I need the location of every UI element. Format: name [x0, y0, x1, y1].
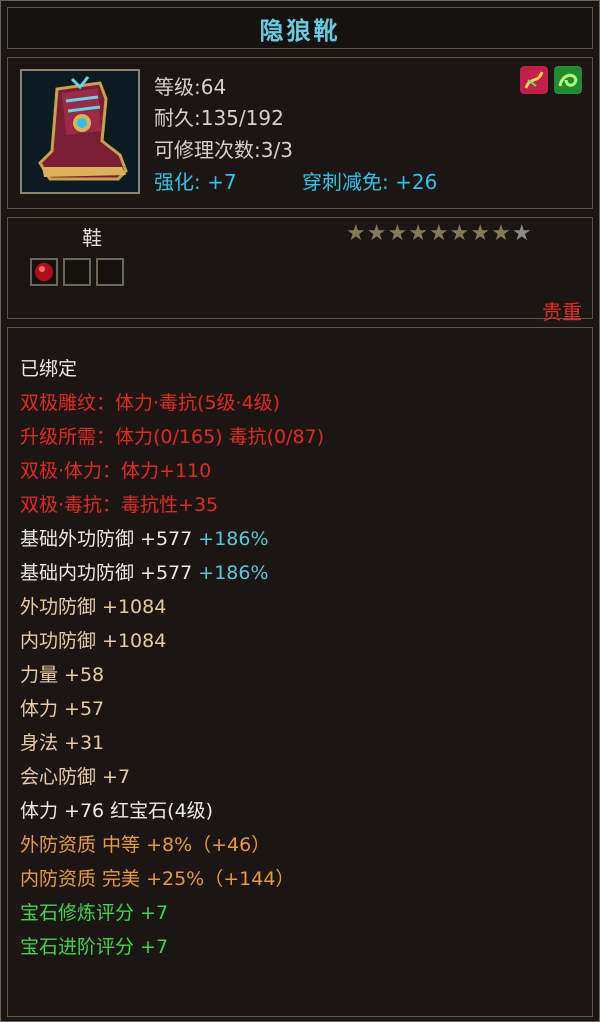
- strength-stat: 力量 +58: [20, 664, 105, 686]
- item-enhance: 强化: +7: [154, 170, 237, 194]
- gem-socket-1[interactable]: [30, 258, 58, 286]
- base-external-defense-value: 基础外功防御 +577: [20, 528, 193, 550]
- dual-pole-vitality: 双极·体力：体力+110: [20, 460, 212, 482]
- gem-refine-score: 宝石修炼评分 +7: [20, 902, 169, 924]
- item-durability: 耐久:135/192: [154, 106, 284, 130]
- star-icon: ★: [346, 221, 366, 246]
- internal-defense: 内功防御 +1084: [20, 630, 167, 652]
- item-attributes: 已绑定 双极雕纹：体力·毒抗(5级·4级) 升级所需：体力(0/165) 毒抗(…: [7, 327, 593, 1017]
- internal-defense-quality: 内防资质 完美 +25%（+144）: [20, 868, 295, 890]
- base-internal-defense: 基础内功防御 +577 +186%: [20, 558, 269, 585]
- agility-stat: 身法 +31: [20, 732, 105, 754]
- item-repair-count: 可修理次数:3/3: [154, 138, 293, 162]
- boot-item-icon: [22, 71, 138, 192]
- red-flame-badge-icon: [520, 66, 548, 94]
- star-rating: ★ ★ ★ ★ ★ ★ ★ ★ ★: [346, 222, 532, 246]
- star-icon: ★: [511, 221, 532, 246]
- bound-status: 已绑定: [20, 358, 78, 380]
- item-name: 隐狼靴: [259, 16, 341, 45]
- item-level: 等级:64: [154, 75, 227, 99]
- base-internal-defense-percent: +186%: [198, 562, 269, 584]
- star-icon: ★: [408, 221, 428, 246]
- item-rarity: 贵重: [542, 300, 582, 324]
- external-defense: 外功防御 +1084: [20, 596, 167, 618]
- item-header: 等级:64 耐久:135/192 可修理次数:3/3 强化: +7 穿刺减免: …: [7, 57, 593, 209]
- star-icon: ★: [387, 221, 408, 246]
- green-swirl-badge-icon: [554, 66, 582, 94]
- base-external-defense-percent: +186%: [198, 528, 269, 550]
- title-bar: 隐狼靴: [7, 7, 593, 49]
- dual-pole-poison-resist: 双极·毒抗：毒抗性+35: [20, 494, 219, 516]
- star-icon: ★: [449, 221, 470, 246]
- vitality-stat: 体力 +57: [20, 698, 105, 720]
- base-internal-defense-value: 基础内功防御 +577: [20, 562, 193, 584]
- gem-vitality-bonus: 体力 +76 红宝石(4级): [20, 800, 214, 822]
- gem-socket-2[interactable]: [63, 258, 91, 286]
- base-external-defense: 基础外功防御 +577 +186%: [20, 524, 269, 551]
- gem-socket-3[interactable]: [96, 258, 124, 286]
- external-defense-quality: 外防资质 中等 +8%（+46）: [20, 834, 271, 856]
- item-icon-frame[interactable]: [20, 69, 140, 194]
- crit-defense-stat: 会心防御 +7: [20, 766, 131, 788]
- ruby-gem-icon: [35, 263, 53, 281]
- star-icon: ★: [428, 221, 449, 246]
- badge-group: [520, 66, 582, 94]
- item-type: 鞋: [82, 226, 102, 250]
- gem-advance-score: 宝石进阶评分 +7: [20, 936, 169, 958]
- dual-pole-engraving: 双极雕纹：体力·毒抗(5级·4级): [20, 392, 281, 414]
- upgrade-requirement: 升级所需：体力(0/165) 毒抗(0/87): [20, 426, 325, 448]
- star-icon: ★: [491, 221, 511, 246]
- star-icon: ★: [470, 221, 491, 246]
- star-icon: ★: [366, 221, 387, 246]
- item-pierce-reduction: 穿刺减免: +26: [302, 170, 438, 194]
- gem-sockets: [30, 258, 124, 286]
- item-tooltip: 隐狼靴 等级:64 耐久:135/192 可修理次数:3/3 强化: +7 穿刺…: [0, 0, 600, 1022]
- item-type-section: 鞋 ★ ★ ★ ★ ★ ★ ★ ★ ★ 贵重: [7, 217, 593, 324]
